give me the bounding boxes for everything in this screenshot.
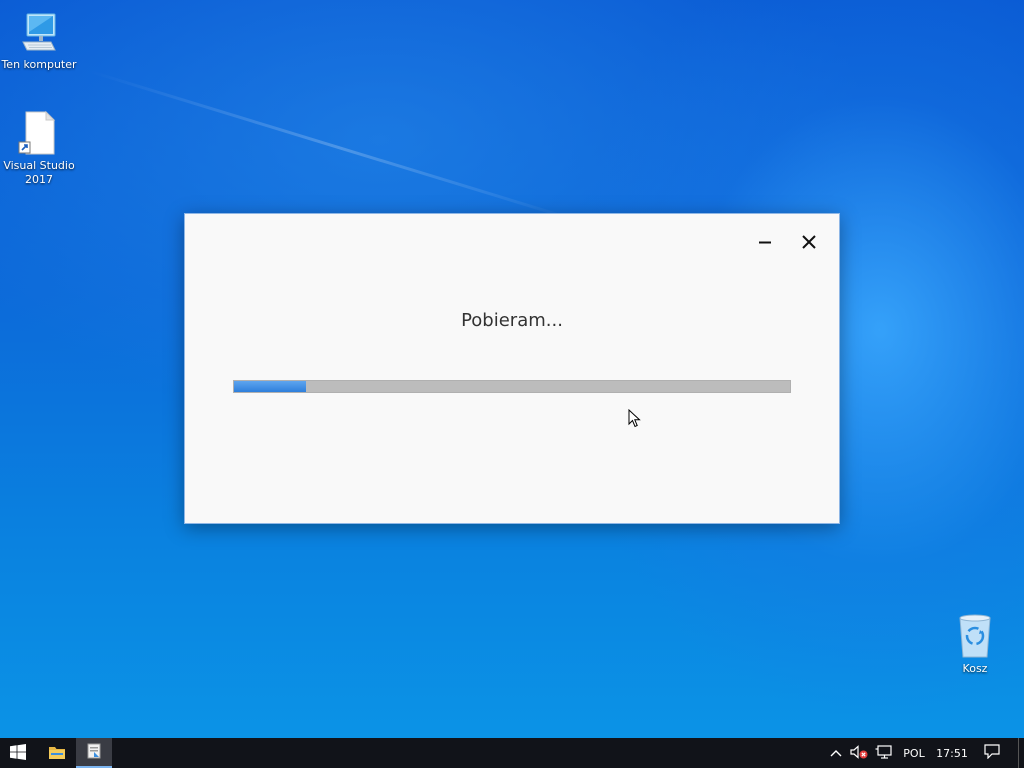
desktop-icon-label: Ten komputer (1, 58, 77, 71)
wallpaper-light-beam (89, 70, 588, 225)
desktop-icon-label: Kosz (962, 662, 988, 675)
volume-muted-icon (850, 744, 868, 762)
start-button[interactable] (0, 738, 36, 768)
desktop-icon-recycle-bin[interactable]: Kosz (936, 612, 1014, 676)
mouse-cursor (628, 408, 642, 429)
desktop-icon-this-pc[interactable]: Ten komputer (0, 8, 78, 72)
close-button[interactable] (793, 228, 825, 258)
dialog-status-text: Pobieram... (461, 310, 563, 331)
download-progress-bar (233, 380, 791, 393)
input-language-indicator[interactable]: POL (898, 738, 930, 768)
taskbar-installer-app[interactable] (76, 738, 112, 768)
clock[interactable]: 17:51 (932, 738, 972, 768)
windows-start-icon (10, 743, 26, 763)
close-icon (802, 234, 816, 253)
network-icon (875, 744, 893, 762)
desktop-icon-label: Visual Studio 2017 (3, 159, 75, 186)
action-center-icon (984, 744, 1000, 762)
computer-icon (15, 8, 63, 56)
taskbar: POL 17:51 (0, 738, 1024, 768)
show-desktop-button[interactable] (1018, 738, 1024, 768)
download-dialog: Pobieram... (184, 213, 840, 524)
shortcut-file-icon (15, 109, 63, 157)
minimize-button[interactable] (749, 228, 781, 258)
action-center-button[interactable] (978, 738, 1006, 768)
taskbar-file-explorer[interactable] (40, 738, 74, 768)
installer-app-icon (85, 742, 103, 763)
file-explorer-icon (48, 744, 66, 763)
show-hidden-icons-button[interactable] (826, 738, 846, 768)
chevron-up-icon (830, 747, 842, 760)
network-button[interactable] (872, 738, 896, 768)
recycle-bin-icon (951, 612, 999, 660)
minimize-icon (758, 234, 772, 253)
desktop-icon-visual-studio[interactable]: Visual Studio 2017 (0, 109, 78, 187)
progress-fill (234, 381, 307, 392)
volume-button[interactable] (848, 738, 870, 768)
